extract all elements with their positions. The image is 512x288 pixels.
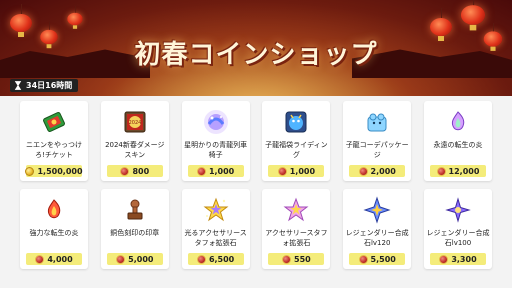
shop-item-card[interactable]: 光るアクセサリースタフォ拡張石 6,500	[181, 189, 250, 269]
shop-item-card[interactable]: 子龍コーデパッケージ 2,000	[343, 101, 412, 181]
item-price: 3,300	[429, 253, 486, 265]
shop-item-card[interactable]: アクセサリースタフォ拡張石 550	[262, 189, 331, 269]
item-name: アクセサリースタフォ拡張石	[265, 229, 328, 247]
bronze-stamp-icon	[127, 199, 143, 220]
event-timer: 34日16時間	[10, 79, 79, 92]
red-coin-icon	[277, 166, 287, 176]
svg-text:2024: 2024	[128, 120, 141, 126]
red-ticket-icon	[43, 112, 65, 132]
price-value: 5,000	[128, 254, 154, 264]
item-price: 5,500	[349, 253, 406, 265]
red-coin-icon	[358, 254, 368, 264]
shining-star-stone-icon	[203, 197, 229, 222]
powerful-flame-icon	[47, 199, 61, 219]
dragon-chair-icon	[203, 110, 228, 134]
item-name: 2024新春ダメージスキン	[105, 141, 165, 159]
dragon-package-icon	[367, 113, 387, 132]
shop-item-card[interactable]: 星明かりの青龍列車椅子 1,000	[181, 101, 250, 181]
red-coin-icon	[196, 166, 206, 176]
price-value: 800	[132, 166, 150, 176]
item-name: 光るアクセサリースタフォ拡張石	[184, 229, 247, 247]
red-coin-icon	[358, 166, 368, 176]
item-name: レジェンダリー合成石lv100	[426, 229, 490, 247]
lantern-icon	[67, 5, 83, 29]
item-price: 2,000	[349, 165, 406, 177]
shop-item-card[interactable]: 強力な転生の炎 4,000	[20, 189, 88, 269]
shop-item-card[interactable]: 銅色刻印の印章 5,000	[100, 189, 169, 269]
item-price: 12,000	[429, 165, 486, 177]
dragon-mount-icon	[285, 111, 307, 133]
item-price: 6,500	[187, 253, 244, 265]
item-price: 1,000	[268, 165, 325, 177]
shop-item-card[interactable]: 永遠の転生の炎 12,000	[423, 101, 492, 181]
red-coin-icon	[35, 254, 45, 264]
item-price: 1,000	[187, 165, 244, 177]
shop-item-card[interactable]: 子龍福袋ライディング 1,000	[262, 101, 331, 181]
shop-item-card[interactable]: ニエンをやっつけろ!チケット 1,500,000	[20, 101, 88, 181]
item-price: 800	[106, 165, 163, 177]
price-value: 1,500,000	[37, 166, 83, 176]
item-name: 銅色刻印の印章	[110, 229, 160, 237]
shop-item-card[interactable]: レジェンダリー合成石lv100 3,300	[423, 189, 492, 269]
red-coin-icon	[120, 166, 130, 176]
item-grid: ニエンをやっつけろ!チケット 1,500,000 2024 2024新春ダメージ…	[20, 101, 492, 269]
red-coin-icon	[439, 254, 449, 264]
item-price: 1,500,000	[25, 165, 83, 177]
damage-skin-icon: 2024	[124, 111, 146, 133]
price-value: 12,000	[448, 166, 480, 176]
shop-item-card[interactable]: レジェンダリー合成石lv120 5,500	[343, 189, 412, 269]
lantern-icon	[10, 4, 32, 37]
red-coin-icon	[116, 254, 126, 264]
price-value: 1,000	[208, 166, 235, 176]
price-value: 4,000	[47, 254, 73, 264]
eternal-flame-icon	[451, 111, 465, 131]
timer-text: 34日16時間	[26, 81, 73, 90]
price-value: 5,500	[370, 254, 396, 264]
item-price: 550	[268, 253, 325, 265]
shop-item-card[interactable]: 2024 2024新春ダメージスキン 800	[100, 101, 169, 181]
price-value: 3,300	[451, 254, 477, 264]
legendary-stone-120-icon	[363, 196, 391, 224]
item-price: 5,000	[106, 253, 163, 265]
item-name: 永遠の転生の炎	[433, 141, 483, 149]
shop-title: 初春コインショップ	[134, 40, 378, 70]
price-value: 6,500	[208, 254, 235, 264]
price-value: 550	[294, 254, 311, 264]
price-value: 1,000	[289, 166, 316, 176]
red-coin-icon	[282, 254, 292, 264]
item-name: レジェンダリー合成石lv120	[345, 229, 409, 247]
price-value: 2,000	[370, 166, 396, 176]
item-name: 強力な転生の炎	[29, 229, 79, 237]
legendary-stone-100-icon	[445, 197, 471, 223]
lantern-icon	[460, 0, 486, 31]
item-price: 4,000	[26, 253, 82, 265]
item-name: 子龍福袋ライディング	[265, 141, 328, 159]
star-stone-icon	[283, 197, 309, 222]
red-coin-icon	[196, 254, 206, 264]
item-name: ニエンをやっつけろ!チケット	[26, 141, 82, 159]
event-banner: 初春コインショップ 34日16時間	[0, 0, 512, 96]
hourglass-icon	[14, 81, 22, 90]
gold-coin-icon	[25, 166, 35, 176]
red-coin-icon	[436, 166, 446, 176]
item-name: 子龍コーデパッケージ	[345, 141, 409, 159]
item-name: 星明かりの青龍列車椅子	[184, 141, 248, 159]
